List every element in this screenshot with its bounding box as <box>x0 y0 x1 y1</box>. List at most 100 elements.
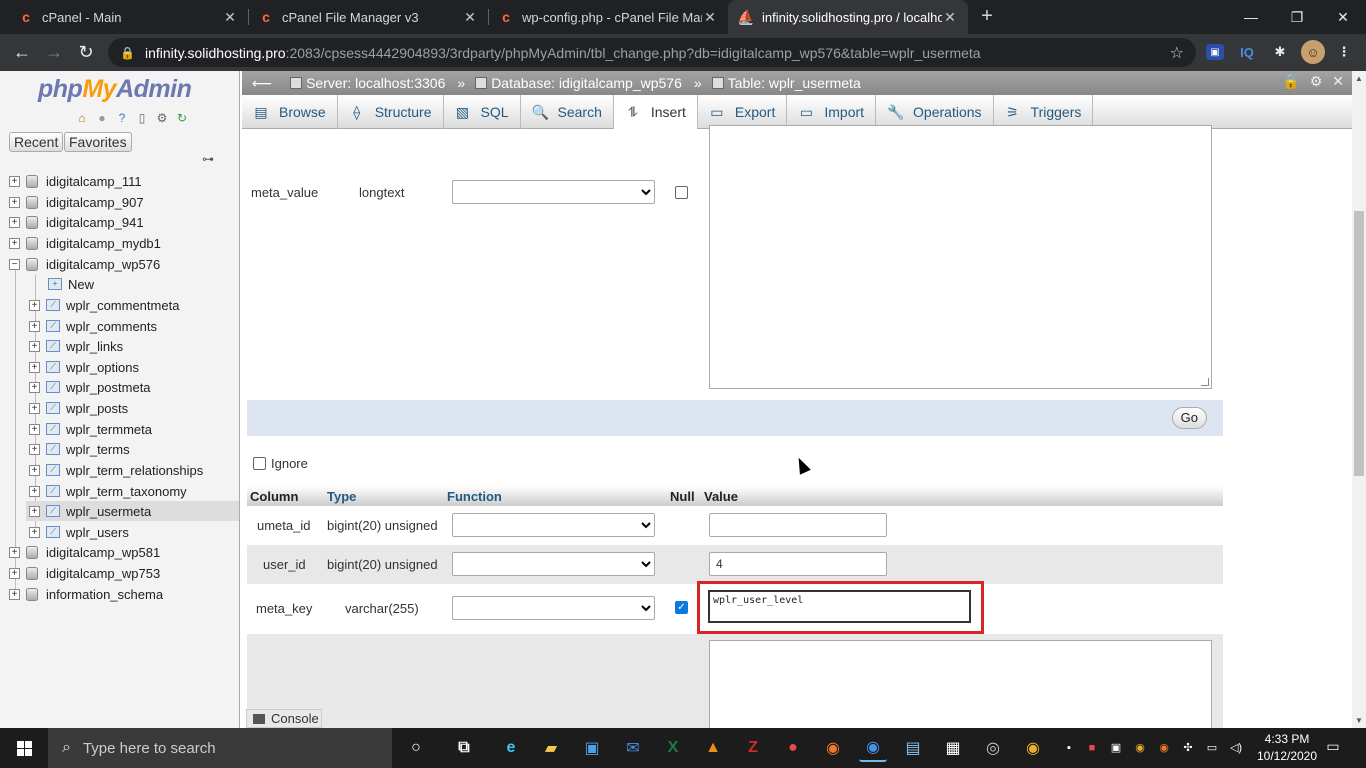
logout-icon[interactable]: ● <box>94 110 110 126</box>
page-scrollbar[interactable]: ▲ ▼ <box>1352 71 1366 728</box>
null-checkbox-checked[interactable]: ✓ <box>675 601 688 614</box>
db-item[interactable]: + idigitalcamp_907 <box>9 192 144 212</box>
tray-record-icon[interactable]: ■ <box>1084 740 1100 756</box>
tab-insert[interactable]: ⥮ Insert <box>613 95 698 129</box>
settings-icon[interactable]: ⚙ <box>1310 73 1323 90</box>
profile-avatar[interactable]: ☺ <box>1301 40 1325 64</box>
ignore-checkbox[interactable] <box>253 457 266 470</box>
forward-button[interactable]: → <box>42 41 66 65</box>
tab-import[interactable]: ▭ Import <box>787 95 877 129</box>
table-item[interactable]: + ⟋ wplr_termmeta <box>29 419 152 439</box>
table-item[interactable]: + ⟋ wplr_comments <box>29 316 157 336</box>
expand-icon[interactable]: + <box>9 196 20 208</box>
restore-button[interactable]: ❐ <box>1274 0 1320 34</box>
docs-icon[interactable]: ▯ <box>134 110 150 126</box>
table-item[interactable]: + ⟋ wplr_term_taxonomy <box>29 481 187 501</box>
console-toggle[interactable]: Console <box>246 709 322 728</box>
resize-grip-icon[interactable] <box>1201 378 1209 386</box>
breadcrumb-database[interactable]: Database: idigitalcamp_wp576 <box>471 75 682 91</box>
notifications-icon[interactable]: ▭ <box>1322 738 1344 758</box>
table-item[interactable]: + ⟋ wplr_commentmeta <box>29 295 179 315</box>
settings-icon[interactable]: ⚙ <box>154 110 170 126</box>
taskbar-search[interactable]: ⌕ Type here to search <box>48 728 392 768</box>
db-item[interactable]: + idigitalcamp_mydb1 <box>9 233 161 253</box>
table-item[interactable]: + ⟋ wplr_postmeta <box>29 377 151 397</box>
expand-icon[interactable]: + <box>29 299 40 311</box>
expand-icon[interactable]: + <box>29 485 40 497</box>
table-item[interactable]: + ⟋ wplr_links <box>29 336 123 356</box>
collapse-icon[interactable]: − <box>9 258 20 270</box>
cortana-icon[interactable]: ○ <box>402 734 430 762</box>
table-item-selected[interactable]: + ⟋ wplr_usermeta <box>26 501 239 521</box>
table-item[interactable]: + ⟋ wplr_users <box>29 522 129 542</box>
network-icon[interactable]: ▭ <box>1204 740 1220 756</box>
start-button[interactable] <box>0 728 48 768</box>
table-item[interactable]: + ⟋ wplr_options <box>29 357 139 377</box>
header-function[interactable]: Function <box>447 489 502 504</box>
expand-icon[interactable]: + <box>29 320 40 332</box>
tab-file-manager[interactable]: c cPanel File Manager v3 ✕ <box>248 0 488 34</box>
scroll-down-icon[interactable]: ▼ <box>1355 716 1363 725</box>
db-item[interactable]: − idigitalcamp_wp576 <box>9 254 160 274</box>
chrome-alt-icon[interactable]: ◉ <box>1019 734 1047 762</box>
tray-icon[interactable]: ▪ <box>1061 740 1077 756</box>
favorites-button[interactable]: Favorites <box>64 132 132 152</box>
header-type[interactable]: Type <box>327 489 356 504</box>
db-item[interactable]: + information_schema <box>9 584 163 604</box>
close-icon[interactable]: ✕ <box>942 9 958 26</box>
filezilla-icon[interactable]: Z <box>739 734 767 762</box>
table-item[interactable]: + ⟋ wplr_term_relationships <box>29 460 203 480</box>
tray-chrome-icon[interactable]: ◉ <box>1132 740 1148 756</box>
volume-icon[interactable]: ◁) <box>1228 740 1244 756</box>
scrollbar-thumb[interactable] <box>1354 211 1364 476</box>
breadcrumb-server[interactable]: Server: localhost:3306 <box>286 75 445 91</box>
task-view-icon[interactable]: ⧉ <box>450 734 478 762</box>
tab-phpmyadmin[interactable]: ⛵ infinity.solidhosting.pro / localho ✕ <box>728 0 968 34</box>
collapse-panel-icon[interactable]: ⟵ <box>252 75 272 92</box>
expand-icon[interactable]: + <box>9 546 20 558</box>
edge-icon[interactable]: e <box>497 734 525 762</box>
mail-icon[interactable]: ✉ <box>619 734 647 762</box>
store-icon[interactable]: ▣ <box>578 734 606 762</box>
tray-firefox-icon[interactable]: ◉ <box>1156 740 1172 756</box>
tab-operations[interactable]: 🔧 Operations <box>876 95 994 129</box>
user-id-input[interactable] <box>709 552 887 576</box>
tab-cpanel-main[interactable]: c cPanel - Main ✕ <box>8 0 248 34</box>
minimize-button[interactable]: — <box>1228 0 1274 34</box>
close-icon[interactable]: ✕ <box>222 9 238 26</box>
meta-value-textarea[interactable] <box>709 125 1212 389</box>
phpmyadmin-logo[interactable]: phpMyAdmin <box>38 75 192 104</box>
db-item[interactable]: + idigitalcamp_wp581 <box>9 542 160 562</box>
function-select[interactable] <box>452 513 655 537</box>
db-item[interactable]: + idigitalcamp_111 <box>9 171 142 191</box>
new-tab-button[interactable]: + <box>976 6 998 28</box>
expand-icon[interactable]: + <box>29 361 40 373</box>
meta-value-textarea[interactable] <box>709 640 1212 728</box>
close-icon[interactable]: ✕ <box>462 9 478 26</box>
tray-icon[interactable]: ▣ <box>1108 740 1124 756</box>
tray-settings-icon[interactable]: ✣ <box>1180 740 1196 756</box>
tab-export[interactable]: ▭ Export <box>698 95 788 129</box>
expand-icon[interactable]: + <box>9 175 20 187</box>
expand-icon[interactable]: + <box>29 340 40 352</box>
go-button[interactable]: Go <box>1171 407 1207 429</box>
recent-button[interactable]: Recent <box>9 132 64 152</box>
new-table-item[interactable]: + New <box>48 274 94 294</box>
extension-iq-icon[interactable]: IQ <box>1237 42 1257 62</box>
tab-triggers[interactable]: ⚞ Triggers <box>994 95 1094 129</box>
help-icon[interactable]: ? <box>114 110 130 126</box>
expand-icon[interactable]: + <box>9 237 20 249</box>
close-window-button[interactable]: ✕ <box>1320 0 1366 34</box>
link-icon[interactable]: ⊶ <box>202 152 214 166</box>
excel-icon[interactable]: X <box>659 734 687 762</box>
media-icon[interactable]: ◎ <box>979 734 1007 762</box>
function-select[interactable] <box>452 552 655 576</box>
browser-menu-icon[interactable]: ⋮ <box>1334 42 1354 62</box>
expand-icon[interactable]: + <box>29 381 40 393</box>
expand-icon[interactable]: + <box>29 505 40 517</box>
chat-app-icon[interactable]: ● <box>779 734 807 762</box>
tab-search[interactable]: 🔍 Search <box>521 95 614 129</box>
expand-icon[interactable]: + <box>9 216 20 228</box>
db-item[interactable]: + idigitalcamp_wp753 <box>9 563 160 583</box>
refresh-icon[interactable]: ↻ <box>174 110 190 126</box>
